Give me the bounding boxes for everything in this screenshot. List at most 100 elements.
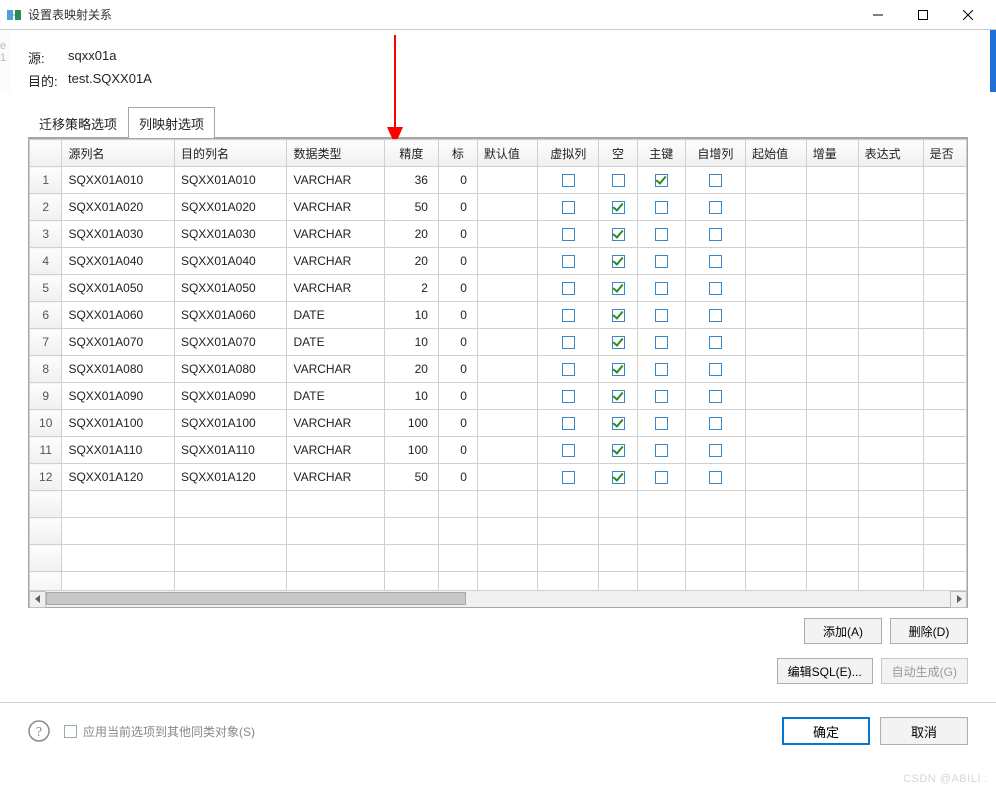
cell-type[interactable]: VARCHAR	[287, 167, 384, 194]
cell-dst[interactable]: SQXX01A080	[174, 356, 287, 383]
scroll-right-icon[interactable]	[950, 591, 967, 608]
cell-default[interactable]	[477, 437, 538, 464]
cell-type[interactable]: DATE	[287, 383, 384, 410]
checkbox-nullable[interactable]	[612, 309, 625, 322]
cell-start[interactable]	[746, 437, 807, 464]
cell-scale[interactable]: 0	[438, 167, 477, 194]
col-start[interactable]: 起始值	[746, 140, 807, 167]
cell-scale[interactable]: 0	[438, 410, 477, 437]
cell-expr[interactable]	[858, 302, 923, 329]
table-row[interactable]: 1SQXX01A010SQXX01A010VARCHAR360	[30, 167, 967, 194]
cell-src[interactable]: SQXX01A110	[62, 437, 175, 464]
checkbox-pk[interactable]	[655, 201, 668, 214]
checkbox-autoinc[interactable]	[709, 390, 722, 403]
cell-expr[interactable]	[858, 275, 923, 302]
cell-dst[interactable]: SQXX01A060	[174, 302, 287, 329]
cell-type[interactable]: DATE	[287, 302, 384, 329]
checkbox-autoinc[interactable]	[709, 363, 722, 376]
cell-expr[interactable]	[858, 167, 923, 194]
cell-scale[interactable]: 0	[438, 356, 477, 383]
cell-start[interactable]	[746, 248, 807, 275]
table-row[interactable]: 5SQXX01A050SQXX01A050VARCHAR20	[30, 275, 967, 302]
checkbox-nullable[interactable]	[612, 390, 625, 403]
cell-dst[interactable]: SQXX01A100	[174, 410, 287, 437]
cell-expr[interactable]	[858, 329, 923, 356]
cell-default[interactable]	[477, 464, 538, 491]
add-button[interactable]: 添加(A)	[804, 618, 882, 644]
cell-iscol[interactable]	[923, 221, 966, 248]
maximize-button[interactable]	[900, 1, 945, 29]
cell-iscol[interactable]	[923, 248, 966, 275]
cell-scale[interactable]: 0	[438, 248, 477, 275]
checkbox-pk[interactable]	[655, 228, 668, 241]
cell-increment[interactable]	[806, 410, 858, 437]
cell-start[interactable]	[746, 221, 807, 248]
col-precision[interactable]: 精度	[384, 140, 438, 167]
table-row[interactable]: 4SQXX01A040SQXX01A040VARCHAR200	[30, 248, 967, 275]
checkbox-pk[interactable]	[655, 336, 668, 349]
cell-precision[interactable]: 10	[384, 329, 438, 356]
cell-type[interactable]: DATE	[287, 329, 384, 356]
checkbox-nullable[interactable]	[612, 444, 625, 457]
cell-default[interactable]	[477, 410, 538, 437]
cell-dst[interactable]: SQXX01A090	[174, 383, 287, 410]
checkbox-nullable[interactable]	[612, 282, 625, 295]
delete-button[interactable]: 删除(D)	[890, 618, 968, 644]
table-row[interactable]: 6SQXX01A060SQXX01A060DATE100	[30, 302, 967, 329]
checkbox-nullable[interactable]	[612, 228, 625, 241]
cell-type[interactable]: VARCHAR	[287, 221, 384, 248]
cell-start[interactable]	[746, 410, 807, 437]
cell-dst[interactable]: SQXX01A020	[174, 194, 287, 221]
checkbox-nullable[interactable]	[612, 363, 625, 376]
cell-src[interactable]: SQXX01A050	[62, 275, 175, 302]
cell-increment[interactable]	[806, 356, 858, 383]
cell-precision[interactable]: 36	[384, 167, 438, 194]
cell-precision[interactable]: 10	[384, 383, 438, 410]
table-row[interactable]: 8SQXX01A080SQXX01A080VARCHAR200	[30, 356, 967, 383]
checkbox-virtual[interactable]	[562, 471, 575, 484]
cell-start[interactable]	[746, 356, 807, 383]
table-row[interactable]: 10SQXX01A100SQXX01A100VARCHAR1000	[30, 410, 967, 437]
cell-start[interactable]	[746, 329, 807, 356]
cell-src[interactable]: SQXX01A100	[62, 410, 175, 437]
cell-increment[interactable]	[806, 248, 858, 275]
cell-type[interactable]: VARCHAR	[287, 194, 384, 221]
cell-scale[interactable]: 0	[438, 329, 477, 356]
apply-all-checkbox[interactable]: 应用当前选项到其他同类对象(S)	[64, 723, 782, 740]
cell-start[interactable]	[746, 167, 807, 194]
cell-iscol[interactable]	[923, 356, 966, 383]
checkbox-virtual[interactable]	[562, 282, 575, 295]
cell-scale[interactable]: 0	[438, 464, 477, 491]
checkbox-virtual[interactable]	[562, 390, 575, 403]
ok-button[interactable]: 确定	[782, 717, 870, 745]
checkbox-pk[interactable]	[655, 309, 668, 322]
checkbox-pk[interactable]	[655, 390, 668, 403]
col-default[interactable]: 默认值	[477, 140, 538, 167]
cell-default[interactable]	[477, 194, 538, 221]
help-icon[interactable]: ?	[28, 720, 50, 742]
cancel-button[interactable]: 取消	[880, 717, 968, 745]
cell-expr[interactable]	[858, 437, 923, 464]
scrollbar-thumb[interactable]	[46, 592, 466, 605]
cell-expr[interactable]	[858, 221, 923, 248]
cell-src[interactable]: SQXX01A020	[62, 194, 175, 221]
checkbox-virtual[interactable]	[562, 309, 575, 322]
tab-mapping[interactable]: 列映射选项	[128, 107, 215, 138]
checkbox-pk[interactable]	[655, 417, 668, 430]
checkbox-autoinc[interactable]	[709, 282, 722, 295]
cell-src[interactable]: SQXX01A010	[62, 167, 175, 194]
cell-precision[interactable]: 50	[384, 464, 438, 491]
cell-default[interactable]	[477, 248, 538, 275]
col-iscol[interactable]: 是否	[923, 140, 966, 167]
cell-expr[interactable]	[858, 194, 923, 221]
col-nullable[interactable]: 空	[599, 140, 638, 167]
cell-default[interactable]	[477, 356, 538, 383]
cell-iscol[interactable]	[923, 437, 966, 464]
cell-type[interactable]: VARCHAR	[287, 356, 384, 383]
cell-expr[interactable]	[858, 356, 923, 383]
checkbox-pk[interactable]	[655, 471, 668, 484]
col-virtual[interactable]: 虚拟列	[538, 140, 599, 167]
col-scale[interactable]: 标	[438, 140, 477, 167]
cell-start[interactable]	[746, 302, 807, 329]
cell-type[interactable]: VARCHAR	[287, 410, 384, 437]
